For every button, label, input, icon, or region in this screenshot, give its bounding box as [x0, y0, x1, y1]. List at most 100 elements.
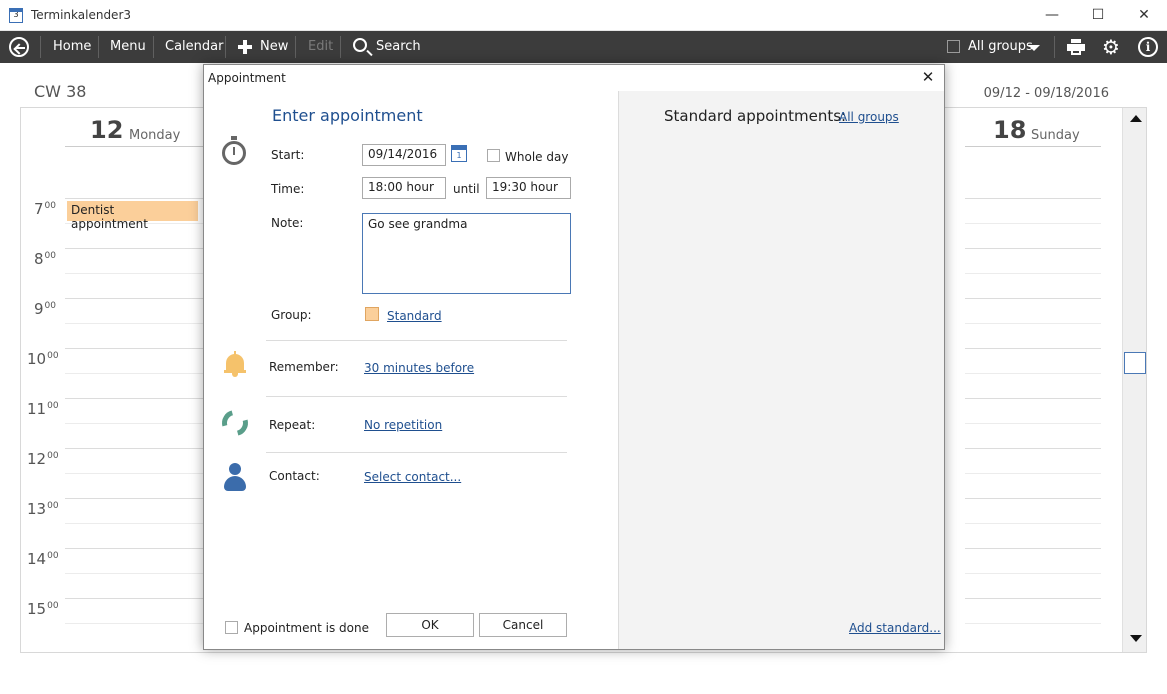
hour-gridline — [965, 598, 1101, 599]
groups-checkbox[interactable] — [947, 40, 960, 53]
appointment-done-label[interactable]: Appointment is done — [244, 621, 369, 635]
remember-link[interactable]: 30 minutes before — [364, 361, 474, 375]
half-hour-gridline — [965, 523, 1101, 524]
appointment-dialog: Appointment ✕ Enter appointment Start: 0… — [203, 64, 945, 650]
hour-label: 800 — [34, 250, 56, 268]
stopwatch-icon — [222, 136, 246, 165]
info-icon[interactable]: i — [1138, 37, 1158, 57]
half-hour-gridline — [965, 273, 1101, 274]
home-button[interactable]: Home — [53, 31, 91, 63]
dialog-heading: Enter appointment — [272, 106, 423, 125]
calendar-picker-icon[interactable]: 1 — [451, 145, 467, 162]
day-name: Sunday — [1031, 128, 1080, 143]
day-name: Monday — [129, 128, 181, 143]
half-hour-gridline — [65, 573, 205, 574]
back-arrow-icon[interactable] — [9, 37, 29, 57]
whole-day-checkbox[interactable] — [487, 149, 500, 162]
printer-icon[interactable] — [1067, 39, 1085, 55]
section-divider — [266, 340, 567, 341]
ok-button[interactable]: OK — [386, 613, 474, 637]
chevron-down-icon[interactable] — [1028, 45, 1040, 51]
hour-gridline — [65, 348, 205, 349]
section-divider — [266, 396, 567, 397]
repeat-label: Repeat: — [269, 418, 316, 432]
hour-gridline — [965, 548, 1101, 549]
search-icon[interactable] — [353, 38, 367, 52]
time-from-field[interactable]: 18:00 hour — [362, 177, 446, 199]
half-hour-gridline — [65, 273, 205, 274]
hour-gridline — [65, 298, 205, 299]
hour-gridline — [965, 448, 1101, 449]
hour-gridline — [65, 448, 205, 449]
hour-gridline — [965, 298, 1101, 299]
half-hour-gridline — [65, 423, 205, 424]
hour-label: 1400 — [27, 550, 59, 568]
date-range: 09/12 - 09/18/2016 — [983, 86, 1109, 101]
repeat-icon — [217, 405, 253, 441]
menu-button[interactable]: Menu — [110, 31, 146, 63]
scroll-thumb[interactable] — [1124, 352, 1146, 374]
half-hour-gridline — [65, 473, 205, 474]
standard-appointments-panel: Standard appointments: All groups Add st… — [618, 91, 944, 649]
edit-button[interactable]: Edit — [308, 31, 333, 63]
repeat-link[interactable]: No repetition — [364, 418, 442, 432]
minimize-button[interactable]: — — [1029, 0, 1075, 31]
hour-gridline — [65, 248, 205, 249]
hour-gridline — [965, 248, 1101, 249]
search-button[interactable]: Search — [376, 31, 421, 63]
hour-gridline — [65, 548, 205, 549]
note-textarea[interactable]: Go see grandma — [362, 213, 571, 294]
hour-gridline — [965, 498, 1101, 499]
half-hour-gridline — [965, 473, 1101, 474]
hour-label: 1500 — [27, 600, 59, 618]
half-hour-gridline — [965, 223, 1101, 224]
contact-link[interactable]: Select contact... — [364, 470, 461, 484]
toolbar-divider — [295, 36, 296, 58]
calendar-button[interactable]: Calendar — [165, 31, 223, 63]
day-number[interactable]: 18 — [993, 116, 1026, 144]
hour-label: 1200 — [27, 450, 59, 468]
add-standard-link[interactable]: Add standard... — [849, 621, 941, 635]
whole-day-label[interactable]: Whole day — [505, 150, 568, 164]
day-divider — [965, 146, 1101, 147]
toolbar-divider — [153, 36, 154, 58]
appointment-done-checkbox[interactable] — [225, 621, 238, 634]
plus-icon[interactable] — [238, 40, 252, 54]
window-title: Terminkalender3 — [31, 8, 132, 22]
day-number[interactable]: 12 — [90, 116, 123, 144]
scroll-down-arrow-icon[interactable] — [1130, 635, 1142, 642]
hour-label: 900 — [34, 300, 56, 318]
dialog-title: Appointment — [208, 71, 286, 85]
hour-gridline — [965, 198, 1101, 199]
close-icon[interactable]: ✕ — [918, 67, 938, 87]
hour-label: 1100 — [27, 400, 59, 418]
until-label: until — [453, 182, 480, 196]
gear-icon[interactable]: ⚙ — [1102, 37, 1120, 57]
toolbar-divider — [1054, 36, 1055, 58]
remember-label: Remember: — [269, 360, 339, 374]
start-date-field[interactable]: 09/14/2016 — [362, 144, 446, 166]
groups-dropdown[interactable]: All groups — [968, 31, 1033, 63]
week-label: CW 38 — [34, 82, 87, 101]
maximize-button[interactable]: ☐ — [1075, 0, 1121, 31]
vertical-scrollbar[interactable] — [1122, 108, 1146, 652]
hour-gridline — [65, 198, 205, 199]
group-link[interactable]: Standard — [387, 309, 442, 323]
new-button[interactable]: New — [260, 31, 288, 63]
standard-groups-link[interactable]: All groups — [839, 110, 899, 124]
cancel-button[interactable]: Cancel — [479, 613, 567, 637]
toolbar-divider — [98, 36, 99, 58]
calendar-event[interactable]: Dentist appointment — [67, 201, 198, 231]
toolbar-divider — [340, 36, 341, 58]
time-to-field[interactable]: 19:30 hour — [486, 177, 571, 199]
toolbar-divider — [40, 36, 41, 58]
bell-icon — [224, 351, 246, 377]
half-hour-gridline — [965, 573, 1101, 574]
half-hour-gridline — [65, 523, 205, 524]
window-titlebar: 3 Terminkalender3 — ☐ ✕ — [0, 0, 1167, 31]
standard-appointments-label: Standard appointments: — [664, 107, 847, 125]
close-window-button[interactable]: ✕ — [1121, 0, 1167, 31]
hour-label: 1000 — [27, 350, 59, 368]
toolbar-divider — [225, 36, 226, 58]
scroll-up-arrow-icon[interactable] — [1130, 115, 1142, 122]
